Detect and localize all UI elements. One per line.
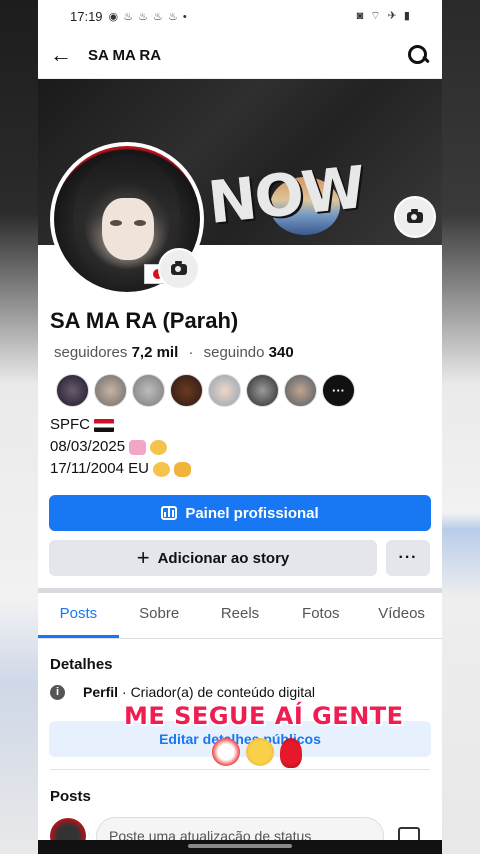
friend-avatar[interactable]	[284, 374, 317, 407]
tab-videos[interactable]: Vídeos	[361, 594, 442, 638]
detail-profile-row: i Perfil · Criador(a) de conteúdo digita…	[50, 684, 315, 700]
phone-screen: 17:19 ◉ ♨ ♨ ♨ ♨ • ◙ ⌔ ✈ ▮ ← SA MA RA NOW…	[38, 0, 442, 854]
section-divider	[38, 588, 442, 593]
bio-line-3: 17/11/2004 EU	[50, 460, 149, 477]
search-icon[interactable]	[406, 43, 430, 67]
back-arrow-icon[interactable]: ←	[50, 42, 80, 68]
divider-line	[50, 769, 430, 770]
more-options-button[interactable]: ···	[386, 540, 430, 576]
professional-dashboard-label: Painel profissional	[185, 504, 319, 522]
detail-profile-label: Perfil	[83, 684, 119, 700]
followers-label: seguidores	[54, 344, 128, 361]
friend-avatar[interactable]	[246, 374, 279, 407]
add-to-story-label: Adicionar ao story	[157, 549, 290, 567]
notification-icons: ◉ ♨ ♨ ♨ ♨ •	[108, 10, 188, 23]
dashboard-icon	[161, 506, 178, 520]
friend-avatar[interactable]	[170, 374, 203, 407]
overlay-emojis	[212, 738, 302, 768]
tab-about[interactable]: Sobre	[119, 594, 200, 638]
follow-stats: seguidores 7,2 mil · seguindo 340	[54, 344, 294, 361]
clown-face-icon	[212, 738, 240, 766]
top-bar: ← SA MA RA	[38, 32, 442, 79]
video-overlay-caption: ME SEGUE AÍ GENTE	[124, 702, 404, 730]
heart-exclamation-icon	[280, 738, 302, 768]
profile-tabs: Posts Sobre Reels Fotos Vídeos	[38, 594, 442, 639]
tab-photos[interactable]: Fotos	[280, 594, 361, 638]
detail-profile-value: · Criador(a) de conteúdo digital	[122, 684, 316, 700]
tab-reels[interactable]: Reels	[200, 594, 281, 638]
camera-icon	[407, 208, 423, 223]
plus-icon: +	[136, 545, 150, 570]
system-nav-bar	[38, 840, 442, 854]
bio-line-1: SPFC	[50, 416, 91, 433]
friend-avatar[interactable]	[208, 374, 241, 407]
add-to-story-button[interactable]: + Adicionar ao story	[49, 540, 377, 576]
posts-title: Posts	[50, 788, 91, 805]
page-title: SA MA RA	[88, 46, 162, 64]
friend-avatar[interactable]	[132, 374, 165, 407]
system-icons: ◙ ⌔ ✈ ▮	[356, 10, 412, 22]
profile-bio: SPFC 08/03/2025 17/11/2004 EU	[50, 414, 191, 480]
tab-posts[interactable]: Posts	[38, 594, 119, 638]
status-bar: 17:19 ◉ ♨ ♨ ♨ ♨ • ◙ ⌔ ✈ ▮	[38, 0, 442, 32]
following-count[interactable]: 340	[269, 344, 294, 361]
more-friends-button[interactable]: ···	[322, 374, 355, 407]
home-gesture-bar[interactable]	[188, 844, 292, 848]
background-left	[0, 0, 38, 854]
egypt-flag-icon	[94, 418, 115, 432]
friends-avatars: ···	[56, 374, 355, 407]
info-icon: i	[50, 684, 65, 700]
stats-separator: ·	[188, 344, 194, 361]
friend-avatar[interactable]	[56, 374, 89, 407]
followers-count[interactable]: 7,2 mil	[132, 344, 179, 361]
cover-graffiti-art: NOW	[204, 153, 367, 237]
friend-avatar[interactable]	[94, 374, 127, 407]
cover-camera-button[interactable]	[394, 196, 436, 238]
bio-line-2: 08/03/2025	[50, 438, 126, 455]
halo-face-icon	[152, 461, 170, 477]
camera-icon	[171, 260, 187, 275]
heart-ribbon-icon	[129, 439, 147, 455]
following-label: seguindo	[203, 344, 265, 361]
details-title: Detalhes	[50, 656, 113, 673]
hugging-face-icon	[246, 738, 274, 766]
background-right	[442, 0, 480, 854]
flexed-arm-icon	[173, 461, 191, 477]
cat-face-icon	[150, 439, 168, 455]
status-time: 17:19	[70, 8, 103, 24]
professional-dashboard-button[interactable]: Painel profissional	[49, 495, 431, 531]
profile-name: SA MA RA (Parah)	[50, 308, 239, 333]
avatar-camera-button[interactable]	[158, 248, 200, 290]
